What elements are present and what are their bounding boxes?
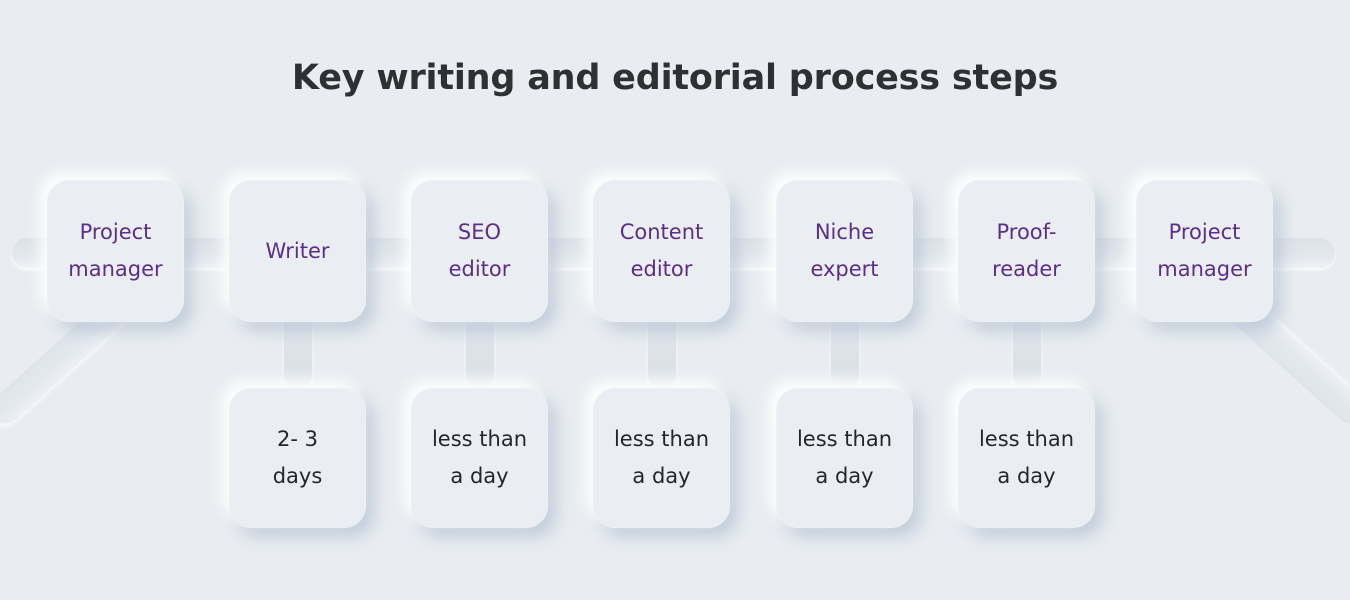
duration-card[interactable]: less than a day <box>411 388 548 528</box>
step-card[interactable]: Writer <box>229 180 366 322</box>
process-diagram: Key writing and editorial process steps … <box>0 0 1350 600</box>
duration-card[interactable]: 2- 3 days <box>229 388 366 528</box>
stem-connector <box>831 310 859 390</box>
duration-card-label: 2- 3 days <box>272 426 323 488</box>
stem-connector <box>466 310 494 390</box>
step-card[interactable]: SEO editor <box>411 180 548 322</box>
stem-connector <box>1013 310 1041 390</box>
duration-card-label: less than a day <box>978 426 1075 488</box>
duration-card-label: less than a day <box>613 426 710 488</box>
step-card-label: Niche expert <box>810 220 879 281</box>
step-card[interactable]: Project manager <box>1136 180 1273 322</box>
duration-card-label: less than a day <box>796 426 893 488</box>
duration-card[interactable]: less than a day <box>958 388 1095 528</box>
step-card-label: Proof- reader <box>992 220 1061 281</box>
stem-connector <box>284 310 312 390</box>
step-card-label: Writer <box>265 238 330 263</box>
step-card[interactable]: Content editor <box>593 180 730 322</box>
step-card-label: Project manager <box>68 220 163 281</box>
step-card-label: SEO editor <box>448 220 511 281</box>
duration-card[interactable]: less than a day <box>593 388 730 528</box>
stem-connector <box>648 310 676 390</box>
step-card[interactable]: Project manager <box>47 180 184 322</box>
step-card-label: Project manager <box>1157 220 1252 281</box>
step-card-label: Content editor <box>619 220 704 281</box>
duration-card-label: less than a day <box>431 426 528 488</box>
duration-card[interactable]: less than a day <box>776 388 913 528</box>
step-card[interactable]: Proof- reader <box>958 180 1095 322</box>
step-card[interactable]: Niche expert <box>776 180 913 322</box>
page-title: Key writing and editorial process steps <box>291 58 1059 98</box>
